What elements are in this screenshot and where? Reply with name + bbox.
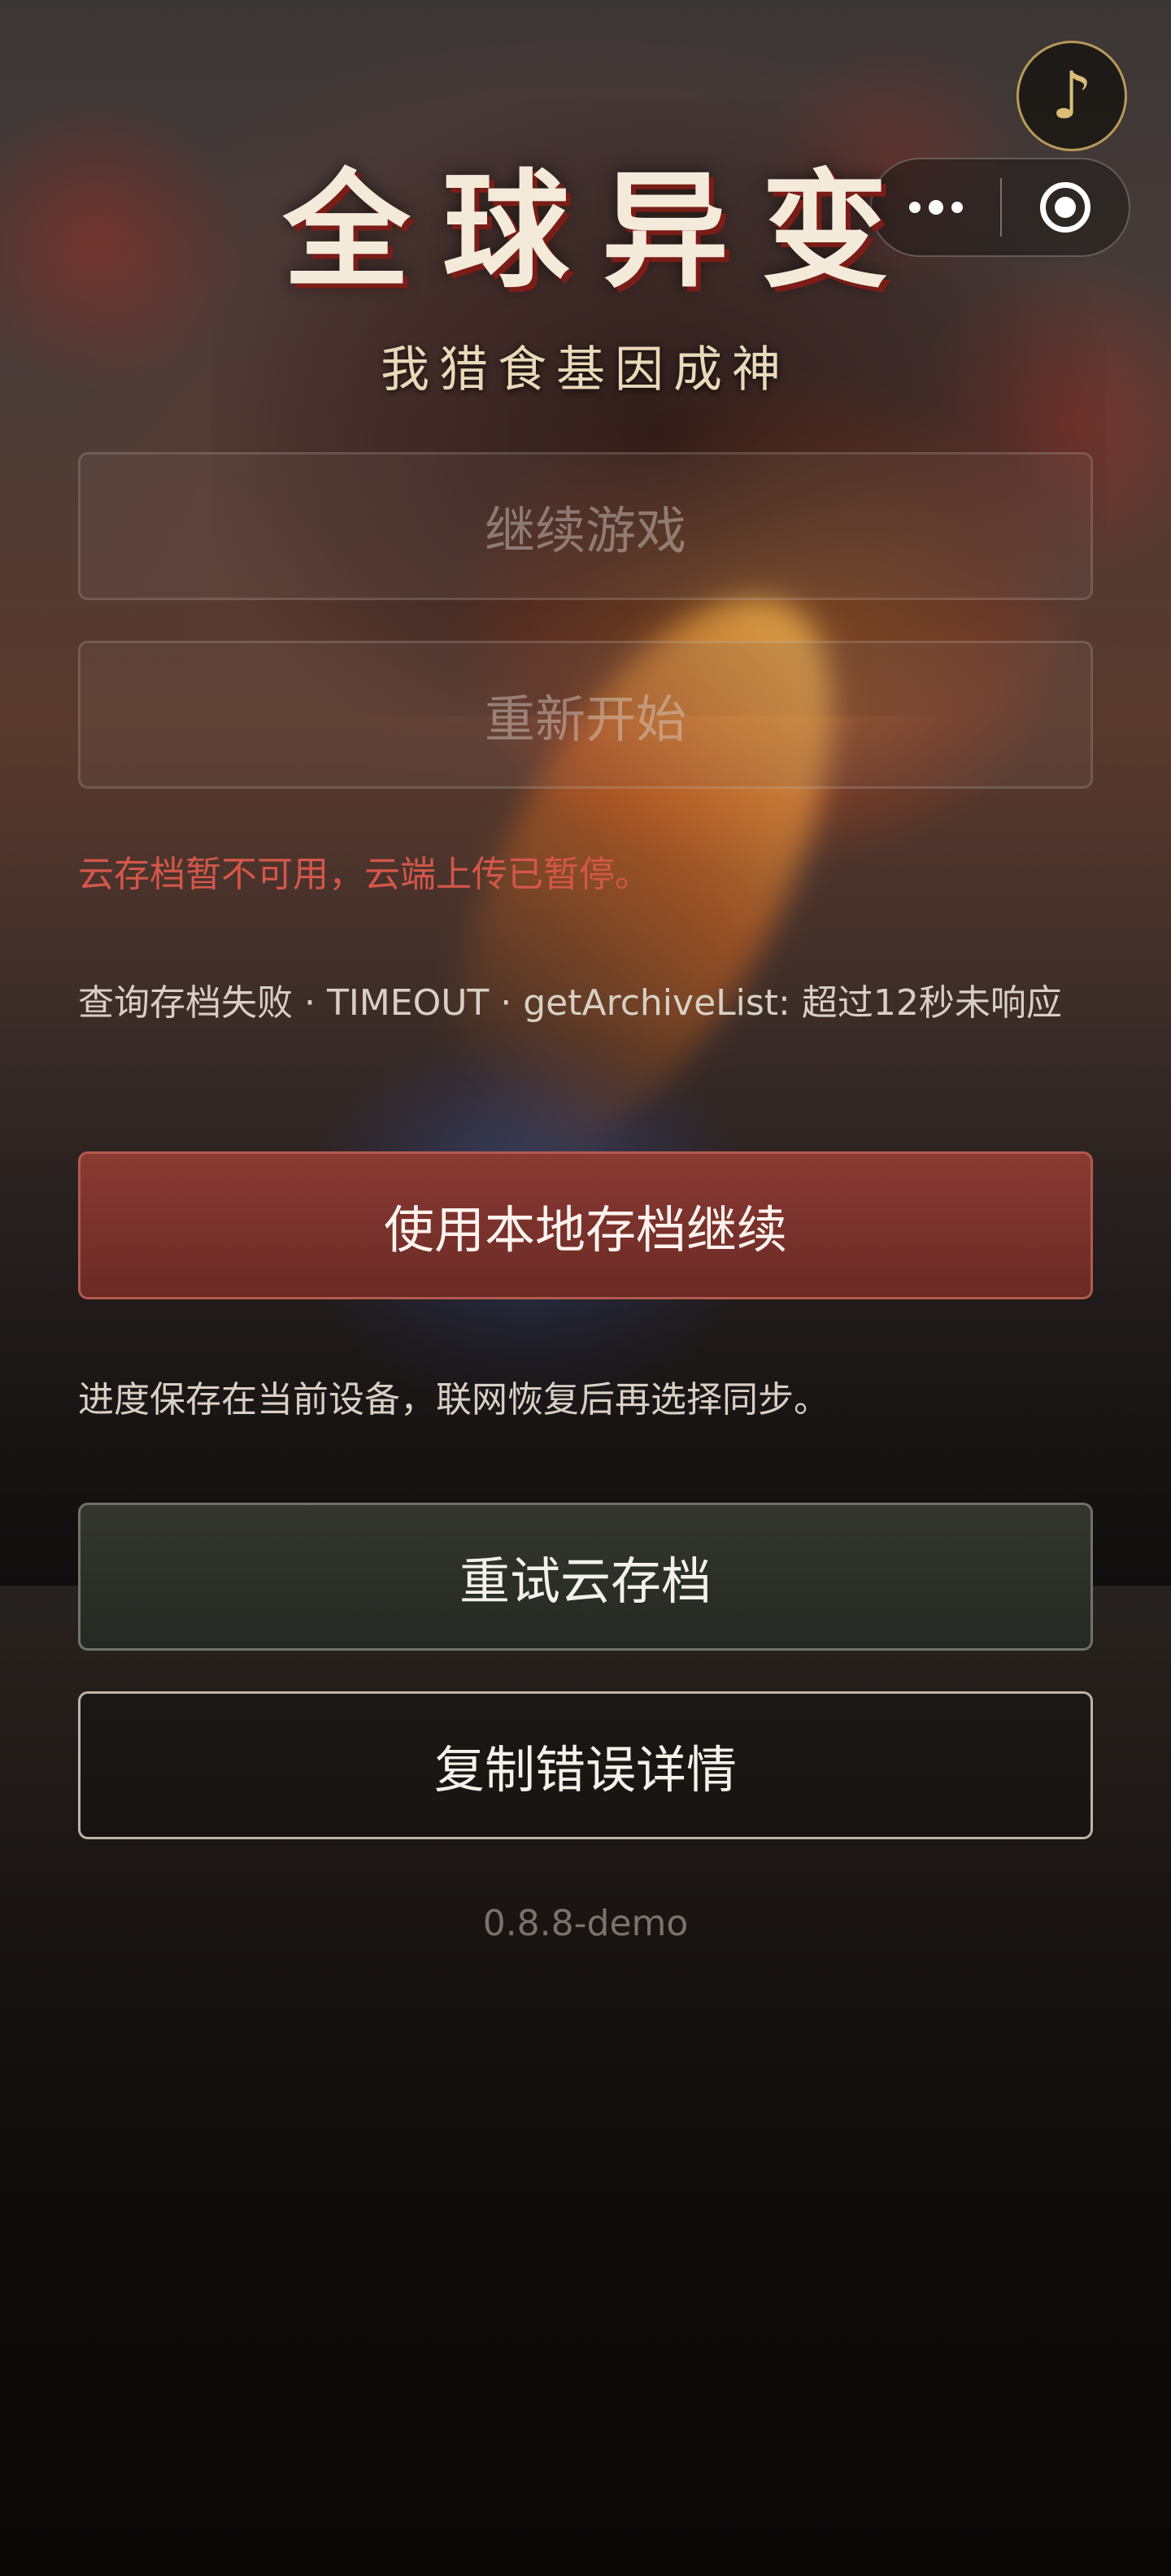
local-save-hint: 进度保存在当前设备，联网恢复后再选择同步。 <box>78 1379 829 1421</box>
ruined-city-illustration <box>0 1016 1171 1586</box>
copy-error-details-button[interactable]: 复制错误详情 <box>78 1691 1093 1839</box>
music-toggle-button[interactable]: ♪ <box>1016 41 1127 151</box>
copy-error-details-label: 复制错误详情 <box>433 1740 737 1799</box>
use-local-save-button[interactable]: 使用本地存档继续 <box>78 1151 1093 1299</box>
use-local-save-label: 使用本地存档继续 <box>383 1200 787 1260</box>
cloud-error-detail: 查询存档失败 · TIMEOUT · getArchiveList: 超过12秒… <box>78 982 1062 1024</box>
restart-game-label: 重新开始 <box>484 690 686 749</box>
music-note-icon: ♪ <box>1051 58 1093 133</box>
restart-game-button[interactable]: 重新开始 <box>78 641 1093 789</box>
game-start-screen: ♪ 全球异变 我猎食基因成神 继续游戏 重新开始 云存档暂不可用，云端上传已暂停… <box>0 0 1171 2576</box>
continue-game-label: 继续游戏 <box>484 501 686 560</box>
continue-game-button[interactable]: 继续游戏 <box>78 452 1093 600</box>
version-label: 0.8.8-demo <box>482 1903 689 1944</box>
retry-cloud-save-button[interactable]: 重试云存档 <box>78 1503 1093 1651</box>
game-subtitle: 我猎食基因成神 <box>381 342 790 398</box>
cloud-error-message: 云存档暂不可用，云端上传已暂停。 <box>78 854 651 895</box>
game-title: 全球异变 <box>283 156 921 305</box>
retry-cloud-save-label: 重试云存档 <box>459 1551 712 1611</box>
